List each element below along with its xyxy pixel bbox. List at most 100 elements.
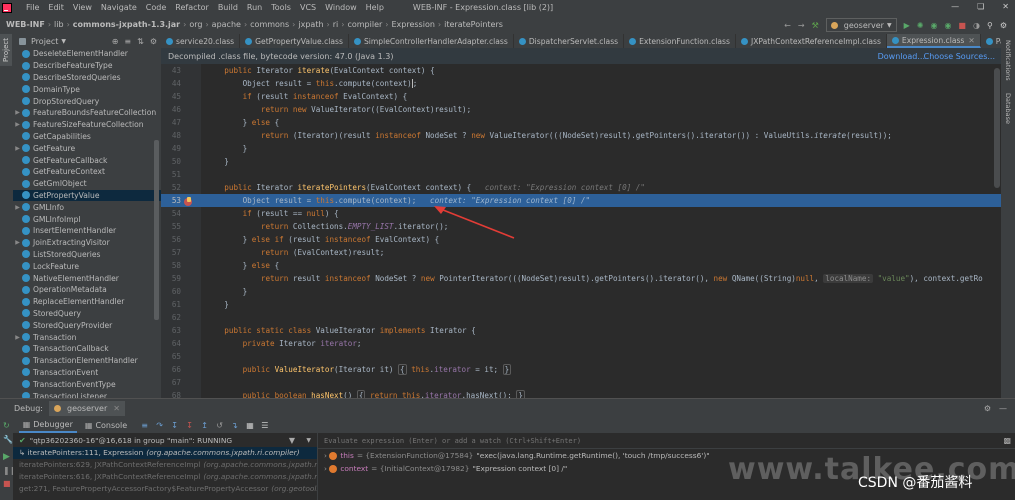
minimize-button[interactable]: — bbox=[951, 2, 959, 11]
watch-icon[interactable]: ▩ bbox=[1003, 436, 1011, 445]
chevron-down-icon[interactable]: ▼ bbox=[306, 437, 311, 444]
run-icon[interactable]: ▶ bbox=[904, 21, 910, 30]
notifications-tool-tab[interactable]: Notifications bbox=[1004, 40, 1012, 81]
editor-tab[interactable]: SimpleControllerHandlerAdapter.class bbox=[349, 34, 514, 48]
locate-icon[interactable]: ⊕ bbox=[112, 37, 119, 46]
thread-selector[interactable]: ✔ "qtp36202360-16"@16,618 in group "main… bbox=[13, 433, 317, 447]
rerun-icon[interactable]: ↻ bbox=[3, 421, 10, 430]
expand-icon[interactable]: ⇅ bbox=[137, 37, 144, 46]
menu-view[interactable]: View bbox=[73, 3, 92, 12]
run-to-cursor-icon[interactable]: ↴ bbox=[231, 421, 240, 430]
git-icon[interactable]: ◑ bbox=[973, 21, 980, 30]
breadcrumb-item[interactable]: iteratePointers bbox=[444, 20, 503, 29]
stack-frame[interactable]: get:271, FeaturePropertyAccessorFactory$… bbox=[13, 483, 317, 495]
project-tree-item[interactable]: TransactionEventType bbox=[13, 378, 161, 390]
menu-code[interactable]: Code bbox=[146, 3, 166, 12]
project-tree-item[interactable]: OperationMetadata bbox=[13, 284, 161, 296]
menu-file[interactable]: File bbox=[26, 3, 39, 12]
stack-frame[interactable]: ↳ iteratePointers:111, Expression (org.ap… bbox=[13, 447, 317, 459]
project-tree-item[interactable]: ▶ GetFeature bbox=[13, 142, 161, 154]
breadcrumb-item[interactable]: compiler bbox=[347, 20, 382, 29]
tab-console[interactable]: ▦ Console bbox=[81, 421, 131, 430]
breadcrumb-item[interactable]: commons-jxpath-1.3.jar bbox=[73, 20, 180, 29]
menu-tools[interactable]: Tools bbox=[271, 3, 291, 12]
editor-tab[interactable]: Expression.class ✕ bbox=[886, 34, 981, 48]
expand-arrow-icon[interactable]: ▶ bbox=[13, 239, 22, 246]
stack-frame[interactable]: iteratePointers:616, JXPathContextRefere… bbox=[13, 471, 317, 483]
stop-icon[interactable]: ■ bbox=[3, 479, 13, 488]
gear-icon[interactable]: ⚙ bbox=[150, 37, 157, 46]
project-tree-item[interactable]: ReplaceElementHandler bbox=[13, 296, 161, 308]
tab-debugger[interactable]: ▦ Debugger bbox=[18, 417, 77, 433]
menu-run[interactable]: Run bbox=[247, 3, 262, 12]
debug-session-tab[interactable]: geoserver ✕ bbox=[49, 400, 125, 416]
resume-icon[interactable]: ▶ bbox=[3, 452, 13, 462]
project-tree-item[interactable]: NativeElementHandler bbox=[13, 272, 161, 284]
step-over-icon[interactable]: ↷ bbox=[156, 421, 165, 430]
project-tree-item[interactable]: StoredQuery bbox=[13, 308, 161, 320]
menu-edit[interactable]: Edit bbox=[48, 3, 64, 12]
project-tree-item[interactable]: GetCapabilities bbox=[13, 131, 161, 143]
settings-icon[interactable]: ⚙ bbox=[1000, 21, 1007, 30]
minimize-panel-icon[interactable]: — bbox=[999, 404, 1007, 413]
project-tree-item[interactable]: ▶ FeatureBoundsFeatureCollection bbox=[13, 107, 161, 119]
stack-frame[interactable]: iteratePointers:629, JXPathContextRefere… bbox=[13, 459, 317, 471]
menu-help[interactable]: Help bbox=[366, 3, 384, 12]
evaluate-input[interactable] bbox=[322, 435, 946, 446]
project-tree-item[interactable]: InsertElementHandler bbox=[13, 225, 161, 237]
menu-refactor[interactable]: Refactor bbox=[175, 3, 209, 12]
evaluate-expression-bar[interactable]: ▩ bbox=[318, 433, 1015, 449]
project-tree-item[interactable]: GetGmlObject bbox=[13, 178, 161, 190]
breadcrumb-item[interactable]: org bbox=[189, 20, 202, 29]
editor-tab[interactable]: DispatcherServlet.class bbox=[514, 34, 625, 48]
download-link[interactable]: Download... bbox=[878, 52, 925, 61]
project-tree-item[interactable]: ▶ JoinExtractingVisitor bbox=[13, 237, 161, 249]
expand-arrow-icon[interactable]: ▶ bbox=[13, 109, 22, 116]
force-step-into-icon[interactable]: ↧ bbox=[186, 421, 195, 430]
evaluate-icon[interactable]: ▦ bbox=[246, 421, 255, 430]
chevron-down-icon[interactable]: ▼ bbox=[61, 38, 66, 45]
database-tool-tab[interactable]: Database bbox=[1004, 93, 1012, 124]
project-tree-item[interactable]: TransactionListener bbox=[13, 390, 161, 398]
project-tree-item[interactable]: ListStoredQueries bbox=[13, 249, 161, 261]
editor-tab[interactable]: service20.class bbox=[161, 34, 241, 48]
breadcrumb-item[interactable]: commons bbox=[250, 20, 289, 29]
breakpoint-icon[interactable] bbox=[184, 197, 192, 206]
show-execution-point-icon[interactable]: ≡ bbox=[141, 421, 150, 430]
run-config-select[interactable]: geoserver ▼ bbox=[825, 18, 897, 32]
project-tree-item[interactable]: TransactionCallback bbox=[13, 343, 161, 355]
breadcrumb-item[interactable]: WEB-INF bbox=[6, 20, 45, 29]
profile-icon[interactable]: ◉ bbox=[944, 21, 951, 30]
expand-arrow-icon[interactable]: ▶ bbox=[13, 145, 22, 152]
code-editor[interactable]: public Iterator iterate(EvalContext cont… bbox=[201, 64, 1001, 398]
expand-arrow-icon[interactable]: ▶ bbox=[13, 121, 22, 128]
coverage-icon[interactable]: ◉ bbox=[930, 21, 937, 30]
close-button[interactable]: ✕ bbox=[1002, 2, 1009, 11]
project-tree-item[interactable]: TransactionElementHandler bbox=[13, 355, 161, 367]
stop-icon[interactable]: ■ bbox=[958, 21, 966, 30]
project-tree-item[interactable]: DescribeStoredQueries bbox=[13, 72, 161, 84]
choose-sources-link[interactable]: Choose Sources... bbox=[924, 52, 995, 61]
editor-scrollbar[interactable] bbox=[994, 68, 1000, 188]
editor-tab[interactable]: Pa bbox=[981, 34, 1001, 48]
project-tree-item[interactable]: DeseleteElementHandler bbox=[13, 48, 161, 60]
project-tree-item[interactable]: DescribeFeatureType bbox=[13, 60, 161, 72]
search-icon[interactable]: ⚲ bbox=[987, 21, 993, 30]
breadcrumb-item[interactable]: lib bbox=[54, 20, 64, 29]
project-tree-item[interactable]: StoredQueryProvider bbox=[13, 319, 161, 331]
breadcrumb-item[interactable]: jxpath bbox=[298, 20, 323, 29]
project-tree-item[interactable]: GMLInfoImpl bbox=[13, 213, 161, 225]
forward-icon[interactable]: → bbox=[798, 21, 805, 30]
step-out-icon[interactable]: ↥ bbox=[201, 421, 210, 430]
project-tree-item[interactable]: TransactionEvent bbox=[13, 367, 161, 379]
project-scrollbar[interactable] bbox=[154, 140, 159, 320]
breadcrumb-item[interactable]: ri bbox=[333, 20, 339, 29]
build-hammer-icon[interactable]: ⚒ bbox=[812, 21, 819, 30]
close-tab-icon[interactable]: ✕ bbox=[968, 36, 974, 45]
close-icon[interactable]: ✕ bbox=[113, 404, 120, 413]
pause-icon[interactable]: ❚❚ bbox=[3, 466, 16, 475]
menu-vcs[interactable]: VCS bbox=[300, 3, 316, 12]
maximize-button[interactable]: ❏ bbox=[977, 2, 984, 11]
collapse-icon[interactable]: ≡ bbox=[124, 37, 131, 46]
filter-icon[interactable]: ▼ bbox=[289, 436, 295, 445]
